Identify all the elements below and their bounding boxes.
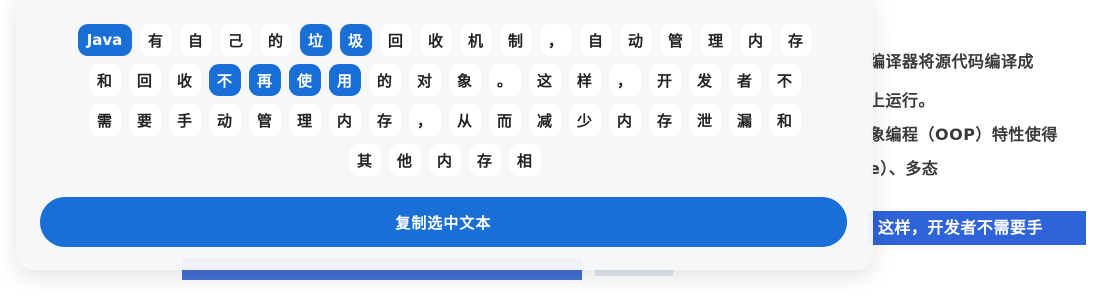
article-line-4: e）、多态 [869, 159, 939, 178]
token-chip[interactable]: 回 [128, 64, 161, 96]
token-chip[interactable]: 样 [568, 64, 601, 96]
token-chip[interactable]: 理 [699, 24, 732, 56]
token-chip[interactable]: 手 [168, 104, 201, 136]
token-chip[interactable]: 回 [379, 24, 412, 56]
token-chip[interactable]: 存 [468, 144, 501, 176]
token-chip[interactable]: 自 [179, 24, 212, 56]
token-chip[interactable]: 开 [648, 64, 681, 96]
token-chip[interactable]: 圾 [339, 24, 372, 56]
token-chip[interactable]: 收 [168, 64, 201, 96]
token-chip[interactable]: 减 [528, 104, 561, 136]
token-chip[interactable]: 要 [128, 104, 161, 136]
token-chip[interactable]: 不 [208, 64, 241, 96]
word-selection-panel: Java 有自己的垃圾回收机制，自动管理内存 和回收不再使用的对象。这样，开发者不… [16, 0, 873, 270]
token-chip[interactable]: 这 [528, 64, 561, 96]
token-chip[interactable]: 用 [328, 64, 361, 96]
token-chip[interactable]: 存 [368, 104, 401, 136]
token-chip[interactable]: ， [539, 24, 572, 56]
token-chip[interactable]: 对 [408, 64, 441, 96]
token-chip[interactable]: 他 [388, 144, 421, 176]
token-chip[interactable]: 和 [768, 104, 801, 136]
token-row-1: Java 有自己的垃圾回收机制，自动管理内存 [16, 24, 873, 56]
token-chip[interactable]: 垃 [299, 24, 332, 56]
token-chip[interactable]: 漏 [728, 104, 761, 136]
token-chip[interactable]: 己 [219, 24, 252, 56]
token-chip[interactable]: 从 [448, 104, 481, 136]
token-chip[interactable]: 理 [288, 104, 321, 136]
token-chip[interactable]: 其 [348, 144, 381, 176]
token-chip[interactable]: 制 [499, 24, 532, 56]
token-chip[interactable]: 动 [208, 104, 241, 136]
token-chip[interactable]: 内 [739, 24, 772, 56]
token-chip[interactable]: 动 [619, 24, 652, 56]
token-chip[interactable]: 管 [248, 104, 281, 136]
token-chip[interactable]: 管 [659, 24, 692, 56]
token-chip[interactable]: 泄 [688, 104, 721, 136]
token-chip[interactable]: 自 [579, 24, 612, 56]
copy-selected-text-button[interactable]: 复制选中文本 [40, 197, 847, 247]
token-chip[interactable]: 象 [448, 64, 481, 96]
article-line-2: 上运行。 [869, 91, 936, 110]
token-chip[interactable]: 使 [288, 64, 321, 96]
token-chip[interactable]: 需 [88, 104, 121, 136]
token-chip[interactable]: Java [77, 24, 132, 56]
token-chip[interactable]: 机 [459, 24, 492, 56]
article-line-3: 象编程（OOP）特性使得 [869, 125, 1058, 144]
token-row-4: 其他内存相 [16, 144, 873, 176]
token-chip[interactable]: 。 [488, 64, 521, 96]
token-chip[interactable]: 收 [419, 24, 452, 56]
token-chip[interactable]: ， [408, 104, 441, 136]
token-chip[interactable]: 少 [568, 104, 601, 136]
token-chip[interactable]: ， [608, 64, 641, 96]
token-chip[interactable]: 的 [368, 64, 401, 96]
token-chip[interactable]: 存 [648, 104, 681, 136]
token-chip[interactable]: 发 [688, 64, 721, 96]
article-highlighted-text: 这样，开发者不需要手 [868, 211, 1086, 245]
token-chip[interactable]: 再 [248, 64, 281, 96]
token-chip[interactable]: 内 [608, 104, 641, 136]
token-chip[interactable]: 者 [728, 64, 761, 96]
token-chip[interactable]: 存 [779, 24, 812, 56]
token-chip[interactable]: 相 [508, 144, 541, 176]
token-row-2: 和回收不再使用的对象。这样，开发者不 [16, 64, 873, 96]
token-chip[interactable]: 而 [488, 104, 521, 136]
token-chip[interactable]: 的 [259, 24, 292, 56]
token-row-3: 需要手动管理内存，从而减少内存泄漏和 [16, 104, 873, 136]
token-chip[interactable]: 内 [428, 144, 461, 176]
token-chip[interactable]: 和 [88, 64, 121, 96]
token-chip[interactable]: 有 [139, 24, 172, 56]
article-line-1: 编译器将源代码编译成 [869, 52, 1035, 71]
token-chip[interactable]: 内 [328, 104, 361, 136]
token-chip[interactable]: 不 [768, 64, 801, 96]
